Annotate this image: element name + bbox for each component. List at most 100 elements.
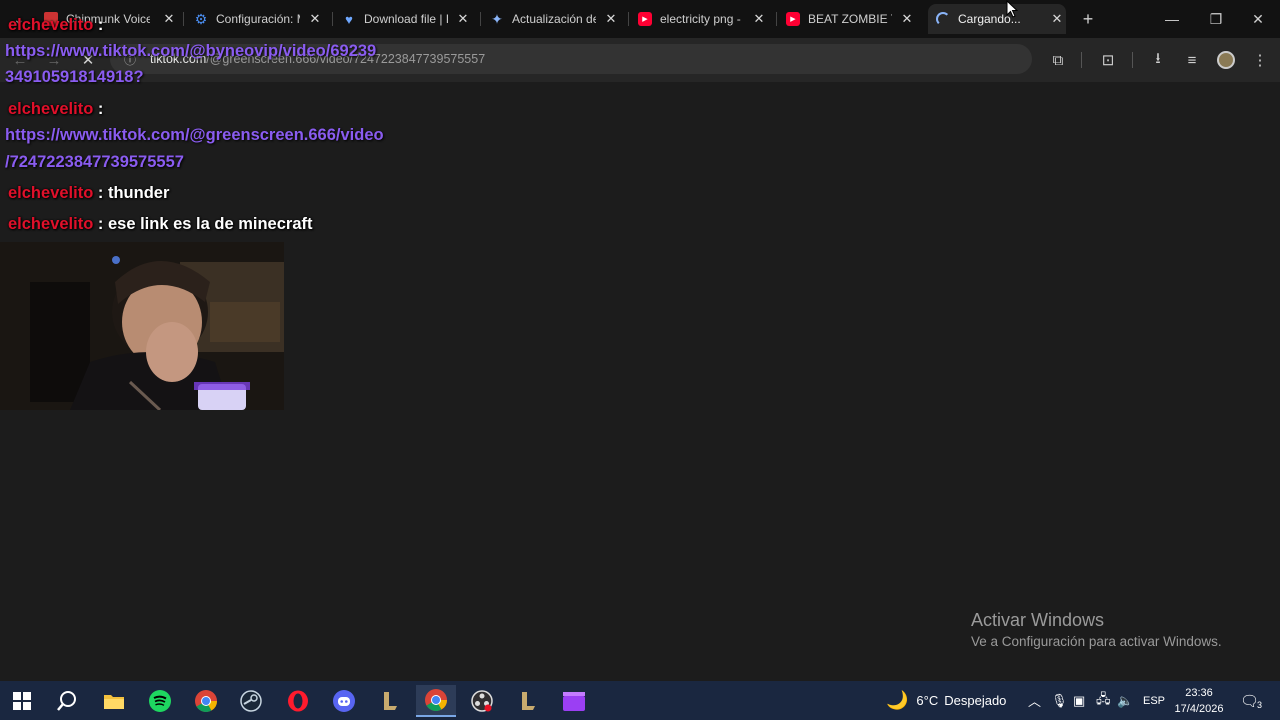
taskbar-league-client[interactable] bbox=[370, 685, 410, 717]
tab-download-file[interactable]: ♥ Download file | P ✕ bbox=[342, 4, 472, 34]
taskbar-video-editor[interactable] bbox=[554, 685, 594, 717]
chat-username: elchevelito bbox=[8, 184, 94, 202]
tab-cargando[interactable]: Cargando... ✕ bbox=[928, 4, 1066, 34]
taskbar-chrome-active[interactable] bbox=[416, 685, 456, 717]
youtube-icon: ▶ bbox=[638, 12, 652, 26]
league-of-legends-icon bbox=[522, 692, 535, 710]
more-vert-icon: ⋮ bbox=[1252, 52, 1268, 69]
minimize-button[interactable]: — bbox=[1150, 0, 1194, 38]
steam-icon bbox=[240, 690, 262, 712]
clock-date: 17/4/2026 bbox=[1174, 703, 1224, 715]
restore-button[interactable]: ❐ bbox=[1194, 0, 1238, 38]
chat-username: elchevelito bbox=[8, 16, 94, 34]
taskbar-league-game[interactable] bbox=[508, 685, 548, 717]
notification-count: 3 bbox=[1257, 699, 1263, 710]
playlist-icon: ≡ bbox=[1187, 51, 1197, 69]
camera-tray-button[interactable]: ▣ bbox=[1073, 681, 1085, 720]
tab-title: Cargando... bbox=[958, 12, 1021, 26]
tab-title: BEAT ZOMBIE TS bbox=[808, 12, 892, 26]
chat-message: elchevelito : ese link es la de minecraf… bbox=[8, 211, 313, 238]
webcam-image bbox=[0, 242, 284, 410]
close-icon[interactable]: ✕ bbox=[602, 11, 620, 27]
clock-time: 23:36 bbox=[1185, 687, 1213, 699]
tab-title: Download file | P bbox=[364, 12, 448, 26]
close-icon[interactable]: ✕ bbox=[454, 11, 472, 27]
windows-logo-icon bbox=[13, 692, 31, 710]
lens-button[interactable]: ⊡ bbox=[1094, 46, 1122, 74]
loading-icon bbox=[936, 12, 950, 26]
chat-link[interactable]: 34910591814918? bbox=[5, 64, 144, 91]
chat-link[interactable]: https://www.tiktok.com/@byneovip/video/6… bbox=[5, 38, 376, 65]
close-window-button[interactable]: ✕ bbox=[1236, 0, 1280, 38]
chat-separator: : bbox=[97, 16, 104, 34]
tab-configuracion[interactable]: ⚙ Configuración: M ✕ bbox=[194, 4, 324, 34]
webcam-feed bbox=[0, 242, 284, 410]
obs-icon bbox=[471, 690, 493, 712]
chat-text: thunder bbox=[107, 184, 170, 202]
tab-beat-zombie[interactable]: ▶ BEAT ZOMBIE TS ✕ bbox=[786, 4, 916, 34]
opera-icon bbox=[288, 690, 308, 712]
watermark-title: Activar Windows bbox=[971, 610, 1105, 630]
taskbar-obs[interactable] bbox=[462, 685, 502, 717]
taskbar-discord[interactable] bbox=[324, 685, 364, 717]
close-icon[interactable]: ✕ bbox=[1048, 11, 1066, 27]
taskbar-opera[interactable] bbox=[278, 685, 318, 717]
weather-condition: Despejado bbox=[944, 693, 1007, 708]
plus-icon: + bbox=[1082, 8, 1094, 29]
search-icon bbox=[57, 691, 76, 711]
tab-electricity-png[interactable]: ▶ electricity png - ✕ bbox=[638, 4, 768, 34]
profile-button[interactable] bbox=[1212, 46, 1240, 74]
gear-icon: ⚙ bbox=[194, 10, 208, 27]
close-icon[interactable]: ✕ bbox=[750, 11, 768, 27]
show-hidden-icons-button[interactable]: ︿ bbox=[1028, 681, 1041, 720]
chat-separator: : bbox=[97, 184, 104, 202]
chat-username: elchevelito bbox=[8, 100, 94, 118]
new-tab-button[interactable]: + bbox=[1066, 0, 1110, 38]
search-button[interactable] bbox=[47, 685, 87, 717]
speaker-icon: 🔈 bbox=[1117, 692, 1134, 708]
league-of-legends-icon bbox=[384, 692, 397, 710]
taskbar-spotify[interactable] bbox=[140, 685, 180, 717]
start-button[interactable] bbox=[2, 685, 42, 717]
chat-link[interactable]: https://www.tiktok.com/@greenscreen.666/… bbox=[5, 122, 384, 149]
taskbar-steam[interactable] bbox=[231, 685, 271, 717]
extensions-button[interactable]: ⧉ bbox=[1044, 46, 1072, 74]
clock[interactable]: 23:36 17/4/2026 bbox=[1168, 685, 1230, 717]
menu-button[interactable]: ⋮ bbox=[1246, 46, 1274, 74]
close-icon[interactable]: ✕ bbox=[160, 11, 178, 27]
chat-separator: : bbox=[97, 100, 104, 118]
taskbar-chrome[interactable] bbox=[186, 685, 226, 717]
language-indicator[interactable]: ESP bbox=[1143, 681, 1165, 720]
avatar bbox=[1217, 51, 1235, 69]
clapperboard-icon bbox=[563, 692, 585, 711]
close-icon: ✕ bbox=[1252, 10, 1264, 27]
chat-separator: : bbox=[97, 215, 104, 233]
close-icon[interactable]: ✕ bbox=[306, 11, 324, 27]
microphone-tray-button[interactable]: 🎙 bbox=[1051, 681, 1068, 720]
watermark-subtitle: Ve a Configuración para activar Windows. bbox=[971, 634, 1222, 649]
minimize-icon: — bbox=[1165, 11, 1179, 27]
notification-center-button[interactable]: 🗨 3 bbox=[1240, 681, 1262, 720]
taskbar-file-explorer[interactable] bbox=[94, 685, 134, 717]
tab-title: electricity png - bbox=[660, 12, 741, 26]
chat-username: elchevelito bbox=[8, 215, 94, 233]
moon-icon: 🌙 bbox=[886, 690, 909, 710]
network-tray-button[interactable]: 🖧 bbox=[1096, 681, 1111, 720]
volume-tray-button[interactable]: 🔈 bbox=[1117, 681, 1133, 720]
heart-icon: ♥ bbox=[345, 11, 353, 27]
chrome-icon bbox=[195, 690, 217, 712]
tab-title: Configuración: M bbox=[216, 12, 300, 26]
downloads-button[interactable]: ⭳ bbox=[1144, 46, 1172, 74]
mouse-cursor bbox=[1006, 0, 1018, 18]
tab-actualizacion[interactable]: ✦ Actualización de ✕ bbox=[490, 4, 620, 34]
download-icon: ⭳ bbox=[1155, 49, 1161, 67]
sparkle-icon: ✦ bbox=[491, 10, 503, 27]
restore-icon: ❐ bbox=[1209, 10, 1223, 27]
media-control-button[interactable]: ≡ bbox=[1178, 46, 1206, 74]
folder-icon bbox=[104, 695, 124, 709]
chat-link[interactable]: /7247223847739575557 bbox=[5, 149, 184, 176]
weather-widget[interactable]: 🌙 6°C Despejado bbox=[886, 681, 1006, 720]
camera-icon: ▣ bbox=[1073, 692, 1086, 708]
close-icon[interactable]: ✕ bbox=[898, 11, 916, 27]
discord-icon bbox=[333, 690, 355, 712]
